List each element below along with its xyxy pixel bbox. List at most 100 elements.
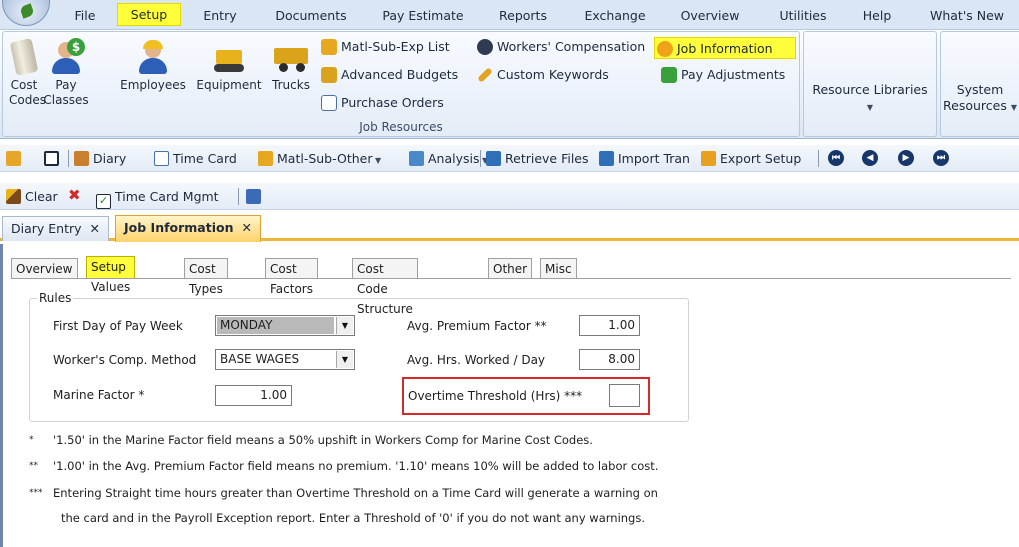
retrieve-files-button[interactable]: Retrieve Files: [486, 149, 589, 168]
menu-overview[interactable]: Overview: [678, 6, 742, 26]
retrieve-files-label: Retrieve Files: [505, 151, 589, 166]
matl-sub-exp-list-button[interactable]: Matl-Sub-Exp List: [319, 36, 450, 58]
close-icon[interactable]: ✕: [242, 220, 252, 235]
tab-diary-entry[interactable]: Diary Entry ✕: [2, 216, 110, 241]
wrench-icon: [477, 67, 493, 83]
job-information-label: Job Information: [677, 41, 773, 56]
job-resources-group: Cost Codes $ Pay Classes Employees Equip…: [2, 31, 800, 137]
import-tran-button[interactable]: Import Tran: [599, 149, 690, 168]
checkbox-icon: ✓: [96, 194, 111, 209]
system-resources-label: System Resources: [943, 82, 1007, 113]
equipment-button[interactable]: Equipment: [191, 40, 267, 93]
note-premium: ** '1.00' in the Avg. Premium Factor fiel…: [29, 459, 658, 473]
close-icon[interactable]: ✕: [90, 221, 100, 236]
save-button[interactable]: [44, 149, 63, 168]
job-information-button[interactable]: Job Information: [654, 37, 796, 59]
resource-libraries-button[interactable]: Resource Libraries ▼: [810, 82, 930, 116]
toolbar-separator: [480, 150, 481, 167]
tab-cost-code-structure[interactable]: Cost Code Structure: [352, 258, 418, 316]
purchase-orders-button[interactable]: Purchase Orders: [319, 92, 444, 114]
first-day-value: MONDAY: [217, 317, 334, 334]
tab-cost-factors[interactable]: Cost Factors: [265, 258, 318, 296]
tab-divider: [11, 278, 1011, 279]
pay-adjustments-button[interactable]: Pay Adjustments: [659, 64, 785, 86]
diary-icon: [74, 151, 89, 166]
person-dollar-icon: $: [49, 38, 85, 74]
last-record-icon[interactable]: ⏭: [933, 150, 949, 166]
bulldozer-icon: [212, 40, 246, 74]
next-record-icon[interactable]: ▶: [898, 150, 914, 166]
budget-icon: [321, 67, 337, 83]
tab-diary-entry-label: Diary Entry: [11, 221, 82, 236]
first-record-icon[interactable]: ⏮: [828, 150, 844, 166]
chevron-down-icon: ▼: [1010, 103, 1017, 112]
chevron-down-icon[interactable]: ▼: [336, 351, 353, 368]
tab-setup-values[interactable]: Setup Values: [86, 256, 136, 294]
menu-whats-new[interactable]: What's New: [924, 6, 1010, 26]
import-tran-label: Import Tran: [618, 151, 690, 166]
cost-codes-button[interactable]: Cost Codes: [9, 38, 46, 108]
advanced-budgets-button[interactable]: Advanced Budgets: [319, 64, 458, 86]
overtime-threshold-label: Overtime Threshold (Hrs) ***: [408, 389, 583, 403]
menu-exchange[interactable]: Exchange: [583, 6, 647, 26]
analysis-label: Analysis: [428, 151, 480, 166]
tab-job-information[interactable]: Job Information ✕: [115, 215, 261, 242]
export-setup-button[interactable]: Export Setup: [701, 149, 801, 168]
menu-pay-estimate[interactable]: Pay Estimate: [381, 6, 465, 26]
matl-sub-other-button[interactable]: Matl-Sub-Other ▼: [258, 149, 381, 168]
previous-record-icon[interactable]: ◀: [862, 150, 878, 166]
menu-file[interactable]: File: [72, 6, 98, 26]
employees-button[interactable]: Employees: [117, 40, 189, 93]
time-card-mgmt-button[interactable]: ✓ Time Card Mgmt: [96, 187, 219, 209]
scroll-icon: [9, 38, 39, 76]
main-toolbar: Diary Time Card Matl-Sub-Other ▼ Analysi…: [0, 145, 1019, 172]
folder-icon: [6, 151, 21, 166]
export-setup-label: Export Setup: [720, 151, 802, 166]
analysis-button[interactable]: Analysis ▼: [409, 149, 488, 168]
pay-adjustments-label: Pay Adjustments: [681, 67, 786, 82]
open-folder-button[interactable]: [6, 149, 25, 168]
workflow-button[interactable]: [246, 187, 265, 206]
tab-other[interactable]: Other: [488, 258, 533, 279]
tab-job-information-label: Job Information: [124, 220, 234, 235]
pay-adjust-icon: [661, 67, 677, 83]
custom-keywords-button[interactable]: Custom Keywords: [475, 64, 609, 86]
tab-cost-types[interactable]: Cost Types: [184, 258, 228, 296]
marine-factor-input[interactable]: 1.00: [215, 385, 292, 406]
delete-button[interactable]: ✖: [68, 186, 81, 205]
materials-icon: [321, 39, 337, 55]
tab-misc[interactable]: Misc: [540, 258, 577, 279]
custom-keywords-label: Custom Keywords: [497, 67, 609, 82]
workers-compensation-button[interactable]: Workers' Compensation: [475, 36, 645, 58]
avg-hrs-input[interactable]: 8.00: [579, 349, 640, 370]
matl-sub-exp-list-label: Matl-Sub-Exp List: [341, 39, 450, 54]
overtime-threshold-input[interactable]: [609, 384, 640, 407]
time-card-button[interactable]: Time Card: [154, 149, 237, 168]
menu-entry[interactable]: Entry: [202, 6, 238, 26]
pay-classes-button[interactable]: $ Pay Classes: [43, 38, 89, 108]
advanced-budgets-label: Advanced Budgets: [341, 67, 459, 82]
first-day-select[interactable]: MONDAY ▼: [215, 315, 355, 336]
menu-setup[interactable]: Setup: [117, 3, 181, 26]
menu-documents[interactable]: Documents: [272, 6, 350, 26]
clear-button[interactable]: Clear: [6, 187, 58, 206]
clear-label: Clear: [25, 189, 58, 204]
app-menu-button[interactable]: [2, 0, 50, 26]
avg-premium-input[interactable]: 1.00: [579, 315, 640, 336]
system-resources-button[interactable]: System Resources ▼: [939, 82, 1019, 116]
toolbar-separator: [818, 150, 819, 167]
red-x-icon: ✖: [68, 186, 81, 204]
menu-help[interactable]: Help: [859, 6, 895, 26]
workers-comp-select[interactable]: BASE WAGES ▼: [215, 349, 355, 370]
diary-button[interactable]: Diary: [74, 149, 126, 168]
workers-compensation-label: Workers' Compensation: [497, 39, 646, 54]
menu-reports[interactable]: Reports: [495, 6, 551, 26]
tab-overview[interactable]: Overview: [11, 258, 78, 279]
trucks-button[interactable]: Trucks: [267, 40, 315, 93]
note-marker: *: [29, 435, 34, 445]
chevron-down-icon[interactable]: ▼: [336, 317, 353, 334]
trucks-label: Trucks: [272, 78, 310, 92]
chevron-down-icon: ▼: [866, 103, 874, 112]
job-info-icon: [657, 41, 673, 57]
menu-utilities[interactable]: Utilities: [773, 6, 833, 26]
